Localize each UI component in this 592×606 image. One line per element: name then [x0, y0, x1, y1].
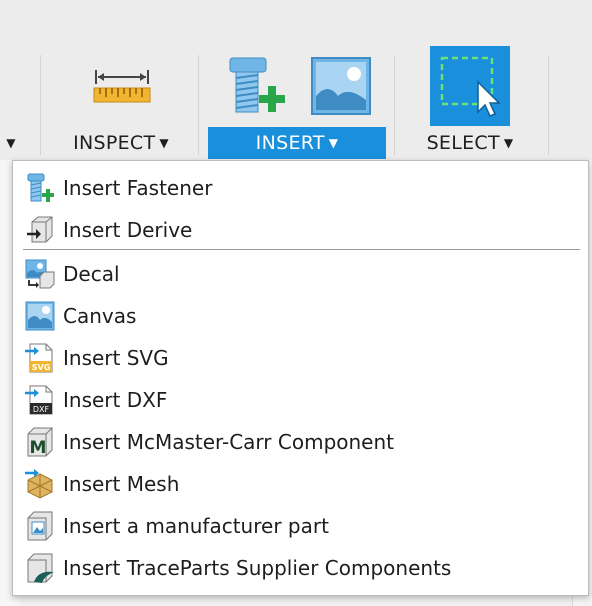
menu-item-insert-manufacturer-part[interactable]: Insert a manufacturer part — [13, 505, 588, 547]
menu-item-insert-mcmaster-carr[interactable]: M Insert McMaster-Carr Component — [13, 421, 588, 463]
menu-item-label: Insert Derive — [63, 218, 193, 242]
chevron-down-icon: ▼ — [159, 136, 169, 150]
toolbar: ▼ INSPECT ▼ INSERT ▼ SELECT ▼ — [0, 0, 592, 160]
traceparts-icon — [24, 552, 56, 584]
svg-text:DXF: DXF — [33, 405, 50, 414]
chevron-down-icon: ▼ — [328, 136, 339, 150]
toolbar-separator — [198, 55, 199, 155]
measure-icon[interactable] — [92, 66, 152, 106]
menu-item-insert-traceparts[interactable]: Insert TraceParts Supplier Components — [13, 547, 588, 589]
insert-label: INSERT — [255, 132, 325, 154]
mcmaster-icon: M — [24, 426, 56, 458]
derive-icon — [24, 214, 56, 246]
menu-item-label: Canvas — [63, 304, 137, 328]
select-label: SELECT — [426, 132, 500, 154]
menu-item-label: Insert Mesh — [63, 472, 180, 496]
manufacturer-part-icon — [24, 510, 56, 542]
svg-file-icon: SVG — [24, 342, 56, 374]
toolbar-separator — [394, 55, 395, 155]
decal-icon — [24, 258, 56, 290]
fastener-icon[interactable] — [226, 56, 290, 116]
menu-item-insert-derive[interactable]: Insert Derive — [13, 209, 588, 251]
chevron-down-icon: ▼ — [503, 136, 514, 150]
menu-item-label: Insert TraceParts Supplier Components — [63, 556, 452, 580]
svg-text:SVG: SVG — [32, 363, 51, 372]
menu-item-decal[interactable]: Decal — [13, 253, 588, 295]
svg-text:M: M — [30, 438, 47, 458]
dxf-file-icon: DXF — [24, 384, 56, 416]
menu-item-insert-fastener[interactable]: Insert Fastener — [13, 167, 588, 209]
menu-item-label: Decal — [63, 262, 120, 286]
menu-item-label: Insert Fastener — [63, 176, 213, 200]
inspect-dropdown[interactable]: INSPECT ▼ — [62, 127, 180, 159]
inspect-label: INSPECT — [73, 132, 156, 154]
toolbar-separator — [548, 55, 549, 155]
menu-item-insert-dxf[interactable]: DXF Insert DXF — [13, 379, 588, 421]
menu-item-label: Insert a manufacturer part — [63, 514, 329, 538]
menu-item-label: Insert SVG — [63, 346, 169, 370]
menu-item-canvas[interactable]: Canvas — [13, 295, 588, 337]
mesh-icon — [24, 468, 56, 500]
select-icon[interactable] — [430, 46, 510, 126]
previous-group-dropdown[interactable]: ▼ — [0, 127, 18, 159]
menu-item-label: Insert DXF — [63, 388, 168, 412]
toolbar-separator — [40, 55, 41, 155]
insert-dropdown[interactable]: INSERT ▼ — [208, 127, 386, 159]
menu-item-label: Insert McMaster-Carr Component — [63, 430, 394, 454]
menu-item-insert-mesh[interactable]: Insert Mesh — [13, 463, 588, 505]
insert-menu: Insert Fastener Insert Derive Decal Canv… — [12, 160, 589, 596]
select-dropdown[interactable]: SELECT ▼ — [410, 127, 530, 159]
menu-divider — [23, 249, 580, 250]
canvas-icon[interactable] — [310, 56, 372, 116]
menu-item-insert-svg[interactable]: SVG Insert SVG — [13, 337, 588, 379]
fastener-icon — [24, 172, 56, 204]
chevron-down-icon: ▼ — [6, 136, 16, 150]
canvas-icon — [24, 300, 56, 332]
